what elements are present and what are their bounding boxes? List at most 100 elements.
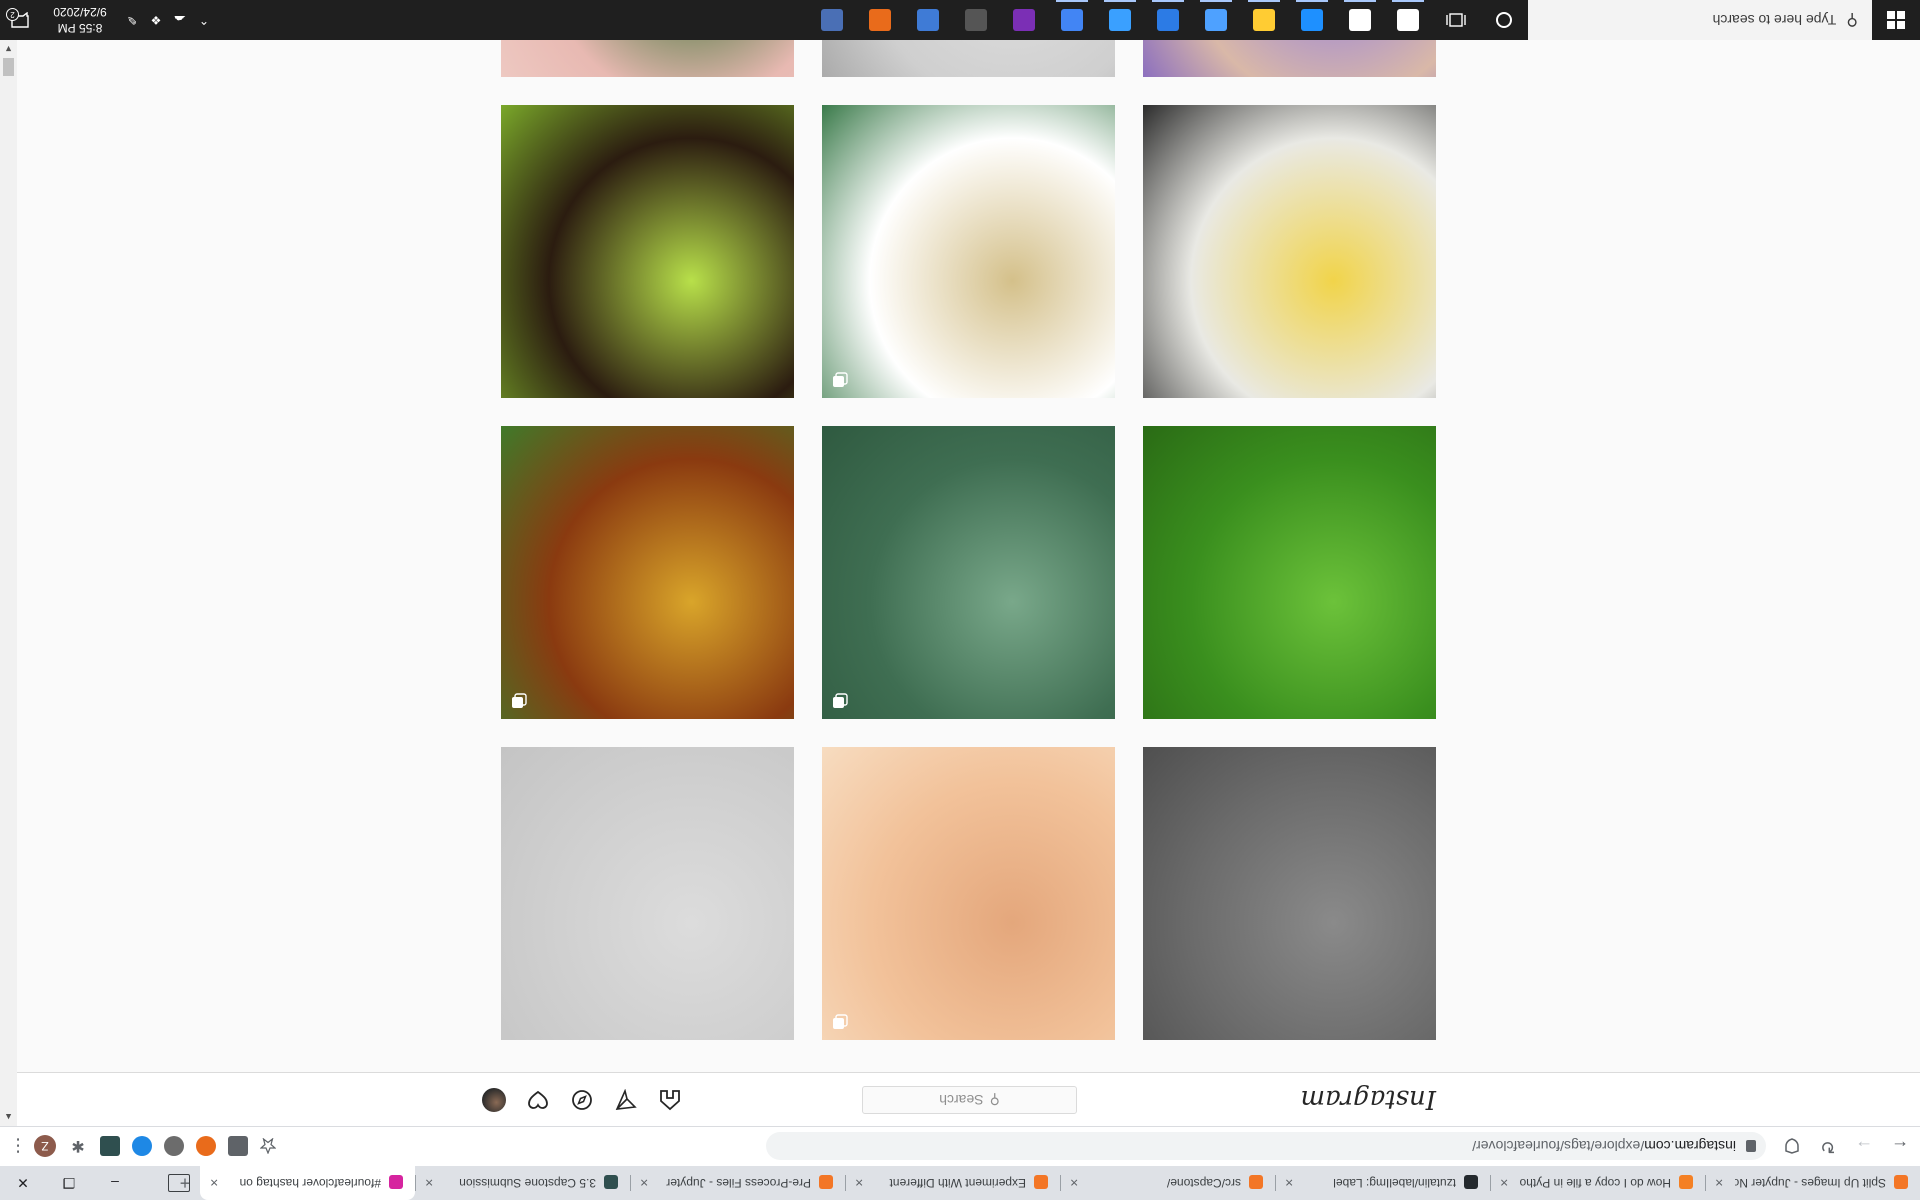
action-center-icon[interactable]: 2 [0, 0, 40, 40]
extension-blue-icon[interactable] [132, 1136, 152, 1156]
taskbar-app-icon[interactable] [1384, 0, 1432, 40]
tab-favicon-icon [1679, 1175, 1693, 1189]
bookmark-shield-icon[interactable] [1776, 1131, 1808, 1163]
multiple-photos-icon [832, 1014, 848, 1030]
tab-close-icon[interactable]: × [1500, 1175, 1508, 1191]
start-button[interactable] [1872, 0, 1920, 40]
taskbar-app-icon[interactable] [1288, 0, 1336, 40]
browser-menu-icon[interactable]: ⋮ [8, 1136, 28, 1157]
pen-icon[interactable]: ✎ [120, 0, 144, 40]
taskbar-clock[interactable]: 8:55 PM 9/24/2020 [40, 4, 120, 36]
taskbar-app-icon[interactable] [1144, 0, 1192, 40]
extension-orange-icon[interactable] [196, 1136, 216, 1156]
tab-close-icon[interactable]: × [1715, 1175, 1723, 1191]
clock-time: 8:55 PM [57, 21, 103, 35]
explore-post-thumbnail[interactable] [501, 426, 794, 719]
dropbox-icon[interactable]: ❖ [144, 0, 168, 40]
tab-favicon-icon [389, 1175, 403, 1189]
forward-button[interactable]: → [1848, 1131, 1880, 1163]
browser-tab[interactable]: How do I copy a file in Python × [1490, 1166, 1705, 1200]
extensions-puzzle-icon[interactable]: ✱ [68, 1136, 88, 1156]
explore-post-thumbnail[interactable] [822, 40, 1115, 77]
browser-tab-strip: Split Up Images - Jupyter Notebook×How d… [0, 1166, 1920, 1200]
browser-tab[interactable]: Experiment With Different × [845, 1166, 1060, 1200]
cortana-icon[interactable] [1480, 0, 1528, 40]
explore-post-thumbnail[interactable] [1143, 747, 1436, 1040]
minimize-button[interactable]: – [92, 1166, 138, 1200]
browser-tab[interactable]: 3.5 Capstone Submission × [415, 1166, 630, 1200]
taskbar-app-icon[interactable] [808, 0, 856, 40]
search-icon: ⚲ [1846, 11, 1858, 28]
browser-tab[interactable]: src/Capstone/ × [1060, 1166, 1275, 1200]
url-input[interactable]: instagram.com/explore/tags/fourleafclove… [766, 1132, 1766, 1161]
taskbar-app-icon[interactable] [1048, 0, 1096, 40]
close-window-button[interactable]: ✕ [0, 1166, 46, 1200]
explore-post-thumbnail[interactable] [1143, 40, 1436, 77]
instagram-logo[interactable]: Instagram [1300, 1084, 1436, 1114]
activity-heart-icon[interactable] [526, 1088, 550, 1112]
taskbar-app-icon[interactable] [952, 0, 1000, 40]
back-button[interactable]: ← [1884, 1131, 1916, 1163]
chevron-up-icon[interactable]: ⌃ [192, 0, 216, 40]
taskbar-app-icon[interactable] [1240, 0, 1288, 40]
explore-post-thumbnail[interactable] [501, 747, 794, 1040]
page-scrollbar[interactable]: ▲ ▼ [0, 40, 17, 1126]
explore-post-thumbnail[interactable] [822, 426, 1115, 719]
tab-close-icon[interactable]: × [1070, 1175, 1078, 1191]
tab-label: 3.5 Capstone Submission [459, 1176, 596, 1190]
browser-tab[interactable]: tzutalin/labelImg: Label × [1275, 1166, 1490, 1200]
taskbar-search-placeholder: Type here to search [1712, 12, 1837, 28]
explore-post-thumbnail[interactable] [822, 105, 1115, 398]
task-view-icon[interactable] [1432, 0, 1480, 40]
tab-favicon-icon [1894, 1175, 1908, 1189]
explore-compass-icon[interactable] [570, 1088, 594, 1112]
browser-tab[interactable]: Split Up Images - Jupyter Notebook × [1705, 1166, 1920, 1200]
tab-separator [1490, 1175, 1491, 1191]
onedrive-cloud-icon[interactable]: ☁ [168, 0, 192, 40]
taskbar-app-icon[interactable] [1192, 0, 1240, 40]
scroll-thumb[interactable] [3, 58, 14, 76]
explore-post-thumbnail[interactable] [501, 105, 794, 398]
tab-label: tzutalin/labelImg: Label [1333, 1176, 1456, 1190]
taskbar-app-icon[interactable] [856, 0, 904, 40]
star-bookmark-icon[interactable] [259, 1137, 277, 1155]
instagram-nav-icons [462, 1088, 682, 1112]
explore-post-thumbnail[interactable] [1143, 426, 1436, 719]
taskbar-app-icon[interactable] [1336, 0, 1384, 40]
tab-separator [1705, 1175, 1706, 1191]
taskbar-search-input[interactable]: ⚲ Type here to search [1528, 0, 1872, 40]
tab-close-icon[interactable]: × [640, 1175, 648, 1191]
profile-avatar[interactable]: Z [34, 1135, 56, 1157]
taskbar-app-icon[interactable] [1096, 0, 1144, 40]
home-icon[interactable] [658, 1088, 682, 1112]
taskbar-app-icon[interactable] [1000, 0, 1048, 40]
tab-separator [1275, 1175, 1276, 1191]
clock-date: 9/24/2020 [53, 5, 107, 19]
scroll-up-icon[interactable]: ▲ [4, 1112, 13, 1122]
extension-dark-icon[interactable] [100, 1136, 120, 1156]
direct-message-icon[interactable] [614, 1088, 638, 1112]
profile-avatar-icon[interactable] [482, 1088, 506, 1112]
explore-post-thumbnail[interactable] [1143, 105, 1436, 398]
restore-button[interactable]: ❐ [46, 1166, 92, 1200]
tab-search-icon[interactable] [168, 1174, 190, 1192]
explore-post-thumbnail[interactable] [822, 747, 1115, 1040]
browser-tab[interactable]: #fourleafclover hashtag on × [200, 1166, 415, 1200]
explore-post-thumbnail[interactable] [501, 40, 794, 77]
scroll-down-icon[interactable]: ▼ [4, 44, 13, 54]
tab-close-icon[interactable]: × [425, 1175, 433, 1191]
tab-close-icon[interactable]: × [855, 1175, 863, 1191]
tab-label: Split Up Images - Jupyter Notebook [1735, 1176, 1886, 1190]
browser-tab[interactable]: Pre-Process Files - Jupyter × [630, 1166, 845, 1200]
tab-close-icon[interactable]: × [210, 1175, 218, 1191]
tab-close-icon[interactable]: × [1285, 1175, 1293, 1191]
instagram-search-input[interactable]: ⚲ Search [862, 1086, 1077, 1114]
extension-g-icon[interactable] [228, 1136, 248, 1156]
url-host: instagram.com [1644, 1138, 1736, 1155]
extension-gray-icon[interactable] [164, 1136, 184, 1156]
taskbar-app-icon[interactable] [904, 0, 952, 40]
reload-button[interactable]: ↻ [1812, 1131, 1844, 1163]
tab-separator [845, 1175, 846, 1191]
tab-list: Split Up Images - Jupyter Notebook×How d… [200, 1166, 1920, 1200]
address-bar: ← → ↻ instagram.com/explore/tags/fourlea… [0, 1126, 1920, 1166]
